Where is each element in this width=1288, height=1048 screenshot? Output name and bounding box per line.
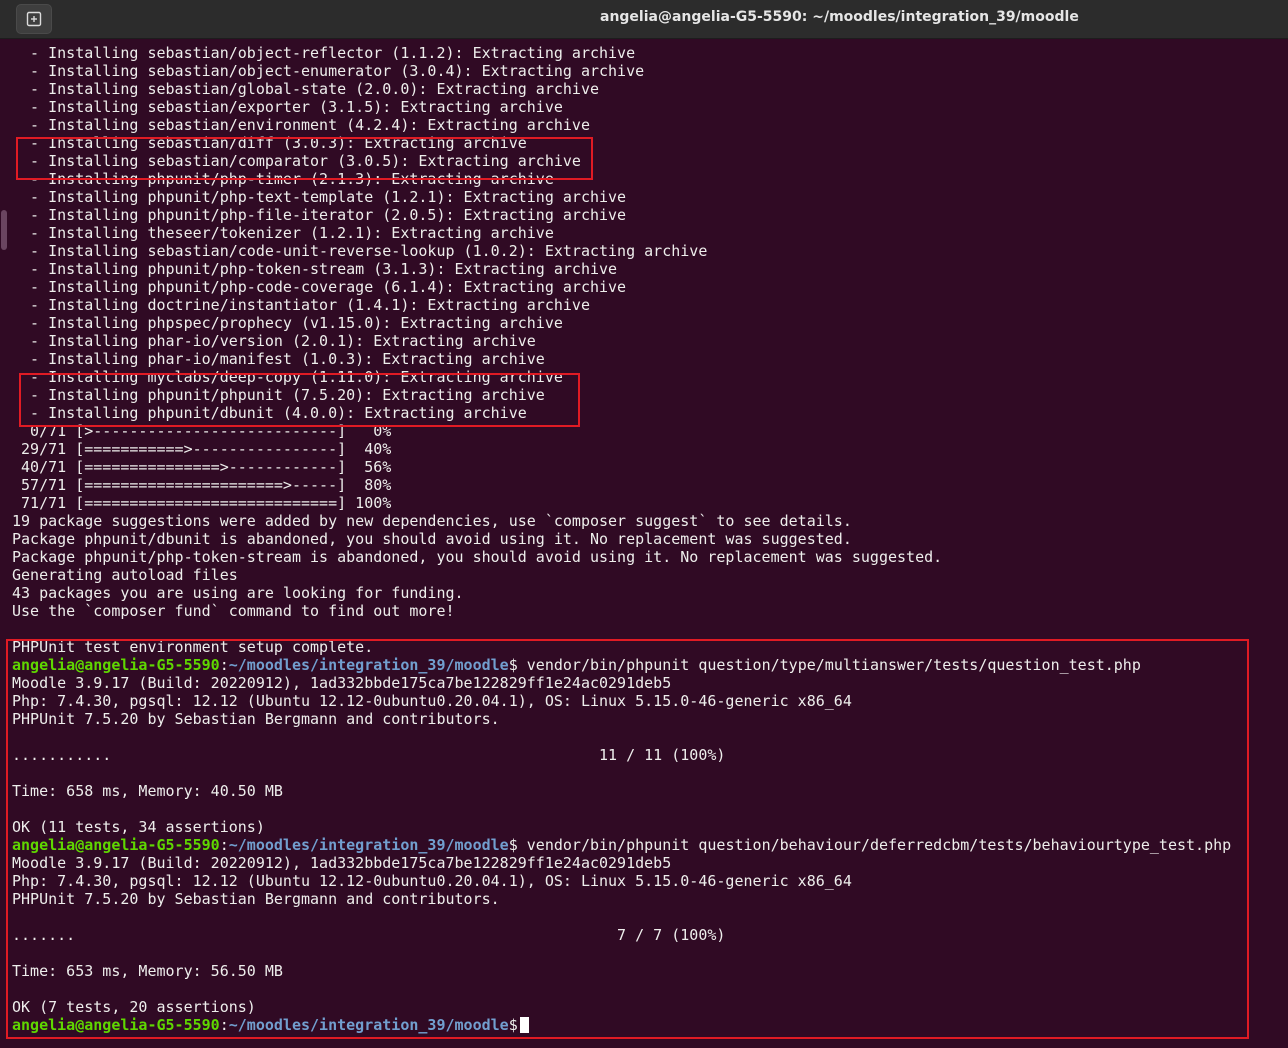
composer-line: Generating autoload files (12, 566, 238, 584)
progress-line: 40/71 [===============>------------] 56% (12, 458, 392, 476)
title-bar: angelia@angelia-G5-5590: ~/moodles/integ… (0, 0, 1288, 39)
install-line: - Installing phpunit/php-text-template (… (12, 188, 627, 206)
composer-line: 43 packages you are using are looking fo… (12, 584, 464, 602)
composer-line: Package phpunit/php-token-stream is aban… (12, 548, 943, 566)
new-tab-icon (26, 11, 42, 27)
highlight-box-comparator (16, 137, 593, 180)
install-line: - Installing sebastian/code-unit-reverse… (12, 242, 708, 260)
install-line: - Installing sebastian/environment (4.2.… (12, 116, 590, 134)
install-line: - Installing sebastian/object-reflector … (12, 44, 636, 62)
composer-line: Use the `composer fund` command to find … (12, 602, 455, 620)
new-tab-button[interactable] (16, 4, 52, 34)
scrollbar-thumb[interactable] (1, 210, 7, 250)
install-line: - Installing sebastian/object-enumerator… (12, 62, 645, 80)
progress-line: 29/71 [===========>----------------] 40% (12, 440, 392, 458)
install-line: - Installing phpunit/php-token-stream (3… (12, 260, 618, 278)
install-line: - Installing doctrine/instantiator (1.4.… (12, 296, 590, 314)
install-line: - Installing theseer/tokenizer (1.2.1): … (12, 224, 554, 242)
install-line: - Installing sebastian/exporter (3.1.5):… (12, 98, 563, 116)
install-line: - Installing phpunit/php-file-iterator (… (12, 206, 627, 224)
window-title: angelia@angelia-G5-5590: ~/moodles/integ… (600, 9, 1079, 25)
progress-line: 71/71 [============================] 100… (12, 494, 392, 512)
progress-line: 57/71 [======================>-----] 80% (12, 476, 392, 494)
highlight-box-phpunit-dbunit (19, 373, 580, 427)
highlight-box-test-run (6, 639, 1249, 1039)
composer-line: Package phpunit/dbunit is abandoned, you… (12, 530, 852, 548)
install-line: - Installing sebastian/global-state (2.0… (12, 80, 599, 98)
install-line: - Installing phar-io/version (2.0.1): Ex… (12, 332, 536, 350)
install-line: - Installing phpunit/php-code-coverage (… (12, 278, 627, 296)
composer-line: 19 package suggestions were added by new… (12, 512, 852, 530)
install-line: - Installing phpspec/prophecy (v1.15.0):… (12, 314, 563, 332)
install-line: - Installing phar-io/manifest (1.0.3): E… (12, 350, 545, 368)
